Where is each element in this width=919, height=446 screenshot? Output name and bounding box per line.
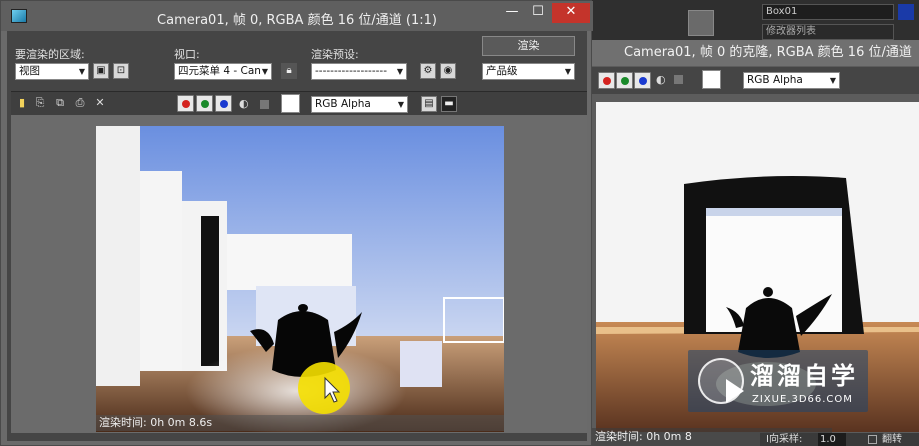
play-icon [726,379,744,403]
window-titlebar[interactable]: Camera01, 帧 0, RGBA 颜色 16 位/通道 (1:1) — ☐… [1,1,593,31]
green-channel-button[interactable] [616,72,633,89]
sampling-value[interactable]: 1.0 [818,433,846,446]
clone-channel-select[interactable]: RGB Alpha ▼ [743,72,840,89]
watermark: 溜溜自学 ZIXUE.3D66.COM [688,350,868,412]
chevron-down-icon: ▼ [829,76,836,85]
alpha-icon[interactable]: ◐ [239,97,249,110]
flip-checkbox[interactable] [868,435,877,444]
quality-select[interactable]: 产品级 ▼ [482,63,575,80]
lock-icon[interactable]: 🔒︎ [281,63,297,79]
area-label: 要渲染的区域: [15,48,85,61]
auto-region-icon[interactable]: ⊡ [113,63,129,79]
render-frame-window: Camera01, 帧 0, RGBA 颜色 16 位/通道 (1:1) — ☐… [0,0,593,446]
preset-label: 渲染预设: [311,48,359,61]
chevron-down-icon: ▼ [261,67,268,76]
minimize-button[interactable]: — [499,3,525,23]
viewport-label: 视口: [174,48,200,61]
preset-value: ------------------- [315,65,387,77]
area-value: 视图 [19,65,40,77]
clone-window-title: Camera01, 帧 0 的克隆, RGBA 颜色 16 位/通道 [592,40,919,66]
render-svg [96,126,504,432]
channel-select[interactable]: RGB Alpha ▼ [311,96,408,113]
sampling-label: I向采样: [766,434,803,445]
close-button[interactable]: ✕ [552,3,590,23]
green-channel-button[interactable] [196,95,213,112]
blue-channel-button[interactable] [634,72,651,89]
chevron-down-icon: ▼ [78,67,85,76]
watermark-url: ZIXUE.3D66.COM [752,394,853,405]
viewport-value: 四元菜单 4 - Can [178,65,261,77]
render-button[interactable]: 渲染 [482,36,575,56]
toggle-ui-icon[interactable]: ▤ [421,96,437,112]
modifier-list-field[interactable]: 修改器列表 [762,24,894,40]
preset-select[interactable]: ------------------- ▼ [311,63,407,80]
color-swatch[interactable] [702,70,721,89]
frame-buffer-icon[interactable]: ▬ [441,96,457,112]
render-time: 渲染时间: 0h 0m 8.6s [96,415,504,431]
copy-icon[interactable]: ⎘ [33,96,47,110]
chevron-down-icon: ▼ [396,67,403,76]
mono-icon[interactable] [260,100,269,109]
render-setup-icon[interactable]: ⚙ [420,63,436,79]
mono-icon[interactable] [674,75,683,84]
chevron-down-icon: ▼ [397,100,404,109]
object-name-field[interactable]: Box01 [762,4,894,20]
flip-label: 翻转 [882,434,902,445]
chevron-down-icon: ▼ [564,67,571,76]
watermark-logo-icon [698,358,744,404]
clone-channel-value: RGB Alpha [747,74,803,86]
panel-thumbnail [688,10,714,36]
sampling-bar: I向采样: 1.0 翻转 [760,433,919,446]
environment-icon[interactable]: ◉ [440,63,456,79]
red-channel-button[interactable] [598,72,615,89]
clone-icon[interactable]: ⧉ [53,96,67,110]
viewport-select[interactable]: 四元菜单 4 - Can ▼ [174,63,272,80]
render-image [96,126,504,432]
maximize-button[interactable]: ☐ [525,3,551,23]
clone-toolbar: ◐ RGB Alpha ▼ [592,67,919,94]
area-select[interactable]: 视图 ▼ [15,63,89,80]
red-channel-button[interactable] [177,95,194,112]
cursor-highlight [298,362,350,414]
print-icon[interactable]: ⎙ [73,96,87,110]
clear-icon[interactable]: ✕ [93,96,107,110]
color-swatch[interactable] [281,94,300,113]
quality-value: 产品级 [486,65,518,77]
save-icon[interactable]: ▮ [15,96,29,110]
channel-value: RGB Alpha [315,98,371,110]
watermark-title: 溜溜自学 [750,362,858,390]
object-color-swatch[interactable] [898,4,914,20]
alpha-icon[interactable]: ◐ [656,73,666,86]
image-toolbar: ▮ ⎘ ⧉ ⎙ ✕ ◐ RGB Alpha ▼ ▤ ▬ [11,91,587,115]
blue-channel-button[interactable] [215,95,232,112]
edit-region-icon[interactable]: ▣ [93,63,109,79]
